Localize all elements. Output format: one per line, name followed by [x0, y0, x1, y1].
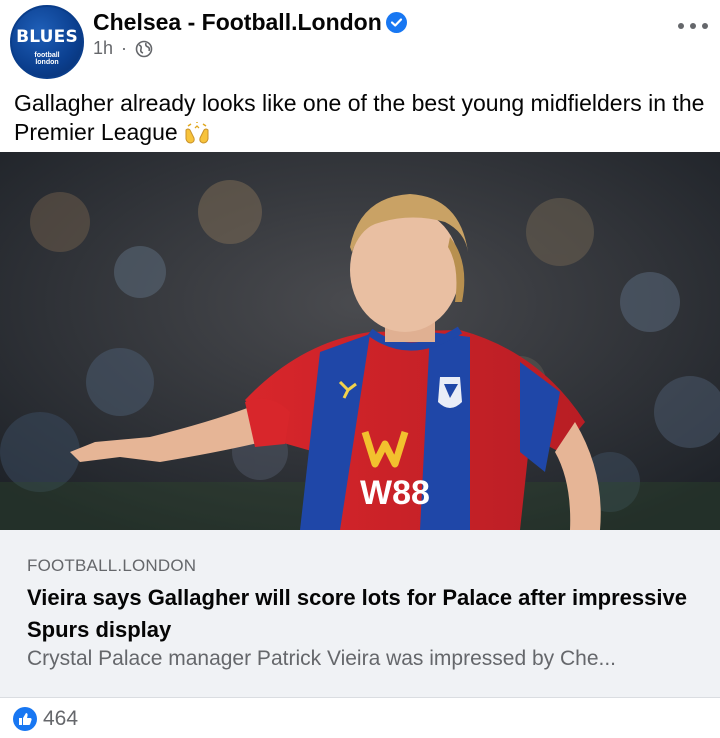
meta-separator: ·	[121, 38, 128, 58]
more-dot	[702, 23, 708, 29]
link-preview-card[interactable]: FOOTBALL.LONDON Vieira says Gallagher wi…	[0, 530, 720, 698]
post-photo[interactable]: W88	[0, 152, 720, 530]
more-dot	[690, 23, 696, 29]
post-caption: Gallagher already looks like one of the …	[14, 89, 714, 147]
player-photo: W88	[0, 152, 720, 530]
avatar-logo-subtext: football london	[34, 52, 60, 66]
caption-text: Gallagher already looks like one of the …	[14, 90, 705, 145]
post-meta: 1h ·	[93, 38, 153, 59]
page-avatar[interactable]: BLUES football london	[10, 5, 84, 79]
clapping-hands-emoji-icon	[182, 121, 212, 144]
avatar-logo-text: BLUES	[16, 27, 78, 47]
link-headline[interactable]: Vieira says Gallagher will score lots fo…	[27, 582, 697, 646]
verified-badge-icon	[386, 12, 407, 33]
shirt-sponsor-text: W88	[360, 474, 430, 512]
like-thumb-icon[interactable]	[13, 707, 37, 731]
post-timestamp[interactable]: 1h	[93, 38, 113, 59]
reactions-bar: 464	[0, 699, 720, 738]
post-header: BLUES football london Chelsea - Football.…	[0, 0, 720, 80]
link-description: Crystal Palace manager Patrick Vieira wa…	[27, 647, 617, 670]
page-name-link[interactable]: Chelsea - Football.London	[93, 9, 382, 36]
more-options-icon[interactable]	[678, 18, 708, 34]
more-dot	[678, 23, 684, 29]
reaction-count[interactable]: 464	[43, 707, 78, 731]
globe-icon[interactable]	[135, 40, 153, 58]
link-domain: FOOTBALL.LONDON	[27, 556, 197, 575]
